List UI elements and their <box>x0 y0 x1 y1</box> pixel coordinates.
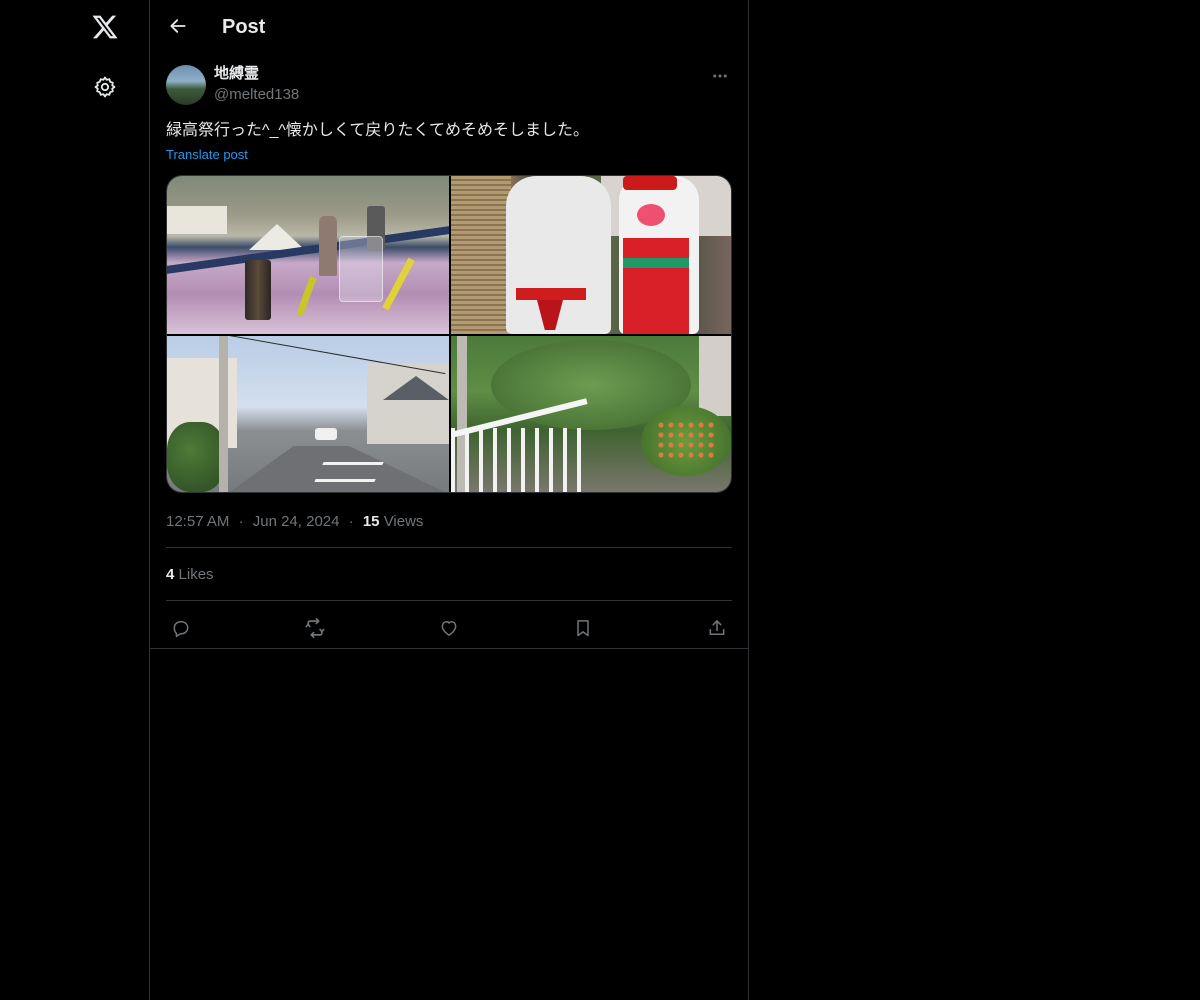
repost-button[interactable] <box>301 614 329 642</box>
meta-separator: · <box>238 513 244 530</box>
repost-icon <box>304 617 326 639</box>
page-header: Post <box>150 0 748 53</box>
post: 地縛霊 @melted138 緑高祭行った^_^懐かしくて戻りたくてめそめそしま… <box>166 64 732 638</box>
share-button[interactable] <box>703 614 731 642</box>
app-root: Post 地縛霊 @melted138 緑高祭行った^_^懐かしくて戻りたくてめ… <box>0 0 1200 1000</box>
post-time[interactable]: 12:57 AM <box>166 513 229 530</box>
back-button[interactable] <box>164 12 192 40</box>
main-column: Post 地縛霊 @melted138 緑高祭行った^_^懐かしくて戻りたくてめ… <box>149 0 749 1000</box>
reply-button[interactable] <box>167 614 195 642</box>
more-button[interactable] <box>708 64 732 88</box>
heart-icon <box>439 618 459 638</box>
translate-post-link[interactable]: Translate post <box>166 146 248 164</box>
likes-link[interactable]: 4 Likes <box>166 565 214 585</box>
views-count: 15 <box>362 513 380 530</box>
like-button[interactable] <box>435 614 463 642</box>
likes-label: Likes <box>178 566 214 583</box>
divider <box>150 648 748 649</box>
photo-cutout-figures[interactable] <box>451 176 731 334</box>
views-label: Views <box>383 513 424 530</box>
x-logo-icon[interactable] <box>89 11 121 43</box>
photo-festival-table[interactable] <box>167 176 449 334</box>
photo-greenery-railing[interactable] <box>451 336 731 492</box>
divider <box>166 600 732 601</box>
post-date[interactable]: Jun 24, 2024 <box>253 513 340 530</box>
arrow-left-icon <box>168 16 188 36</box>
more-horizontal-icon <box>711 67 729 85</box>
photo-residential-street[interactable] <box>167 336 449 492</box>
author-handle[interactable]: @melted138 <box>214 85 299 105</box>
post-meta: 12:57 AM · Jun 24, 2024 · 15 Views <box>166 512 423 532</box>
action-bar <box>166 612 732 640</box>
meta-separator: · <box>348 513 354 530</box>
reply-icon <box>171 618 191 638</box>
left-nav <box>0 0 149 1000</box>
bookmark-button[interactable] <box>569 614 597 642</box>
likes-count: 4 <box>166 566 175 583</box>
post-text: 緑高祭行った^_^懐かしくて戻りたくてめそめそしました。 <box>166 122 589 139</box>
media-grid <box>166 175 732 493</box>
author-name[interactable]: 地縛霊 <box>214 64 259 84</box>
divider <box>166 547 732 548</box>
gear-icon[interactable] <box>89 71 121 103</box>
page-title: Post <box>222 16 266 38</box>
author-row: 地縛霊 @melted138 <box>166 64 732 106</box>
share-icon <box>707 618 727 638</box>
avatar[interactable] <box>166 65 206 105</box>
bookmark-icon <box>573 618 593 638</box>
